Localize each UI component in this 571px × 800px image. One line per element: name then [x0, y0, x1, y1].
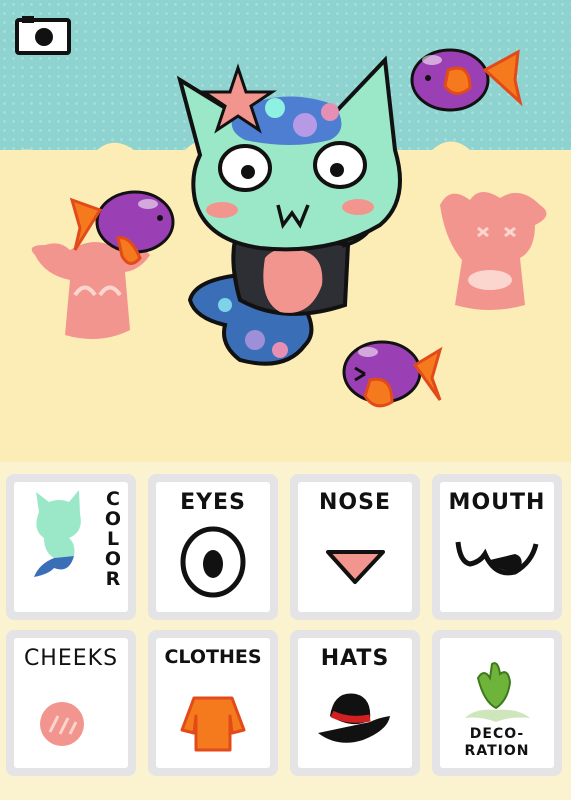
- game-scene: [0, 0, 571, 480]
- camera-icon: [15, 16, 71, 55]
- fish-top-right: [410, 48, 523, 112]
- blush-icon: [40, 702, 84, 746]
- fish-bottom: [342, 340, 443, 408]
- bowler-hat-icon: [318, 693, 390, 743]
- hats-button[interactable]: HATS: [290, 630, 420, 776]
- cat-mouth-icon: [455, 541, 539, 576]
- cheeks-button[interactable]: CHEEKS: [6, 630, 136, 776]
- coral-creature-right: [440, 191, 547, 310]
- decoration-button[interactable]: DECO-RATION: [432, 630, 562, 776]
- eyes-button[interactable]: EYES: [148, 474, 278, 620]
- customization-panel: COLOR EYES NOSE MOUTH CHEEKS CLOTHES HAT…: [0, 462, 571, 800]
- camera-button[interactable]: [14, 14, 72, 56]
- eye-icon: [180, 526, 246, 598]
- shirt-icon: [180, 696, 246, 752]
- clothes-button[interactable]: CLOTHES: [148, 630, 278, 776]
- mouth-button[interactable]: MOUTH: [432, 474, 562, 620]
- scene-art: [0, 48, 571, 408]
- mermaid-cat-character: [176, 55, 402, 366]
- color-button[interactable]: COLOR: [6, 474, 136, 620]
- decoration-label: DECO-RATION: [464, 726, 530, 759]
- triangle-nose-icon: [326, 550, 385, 584]
- category-grid: COLOR EYES NOSE MOUTH CHEEKS CLOTHES HAT…: [6, 474, 565, 794]
- nose-button[interactable]: NOSE: [290, 474, 420, 620]
- color-label: COLOR: [102, 488, 124, 588]
